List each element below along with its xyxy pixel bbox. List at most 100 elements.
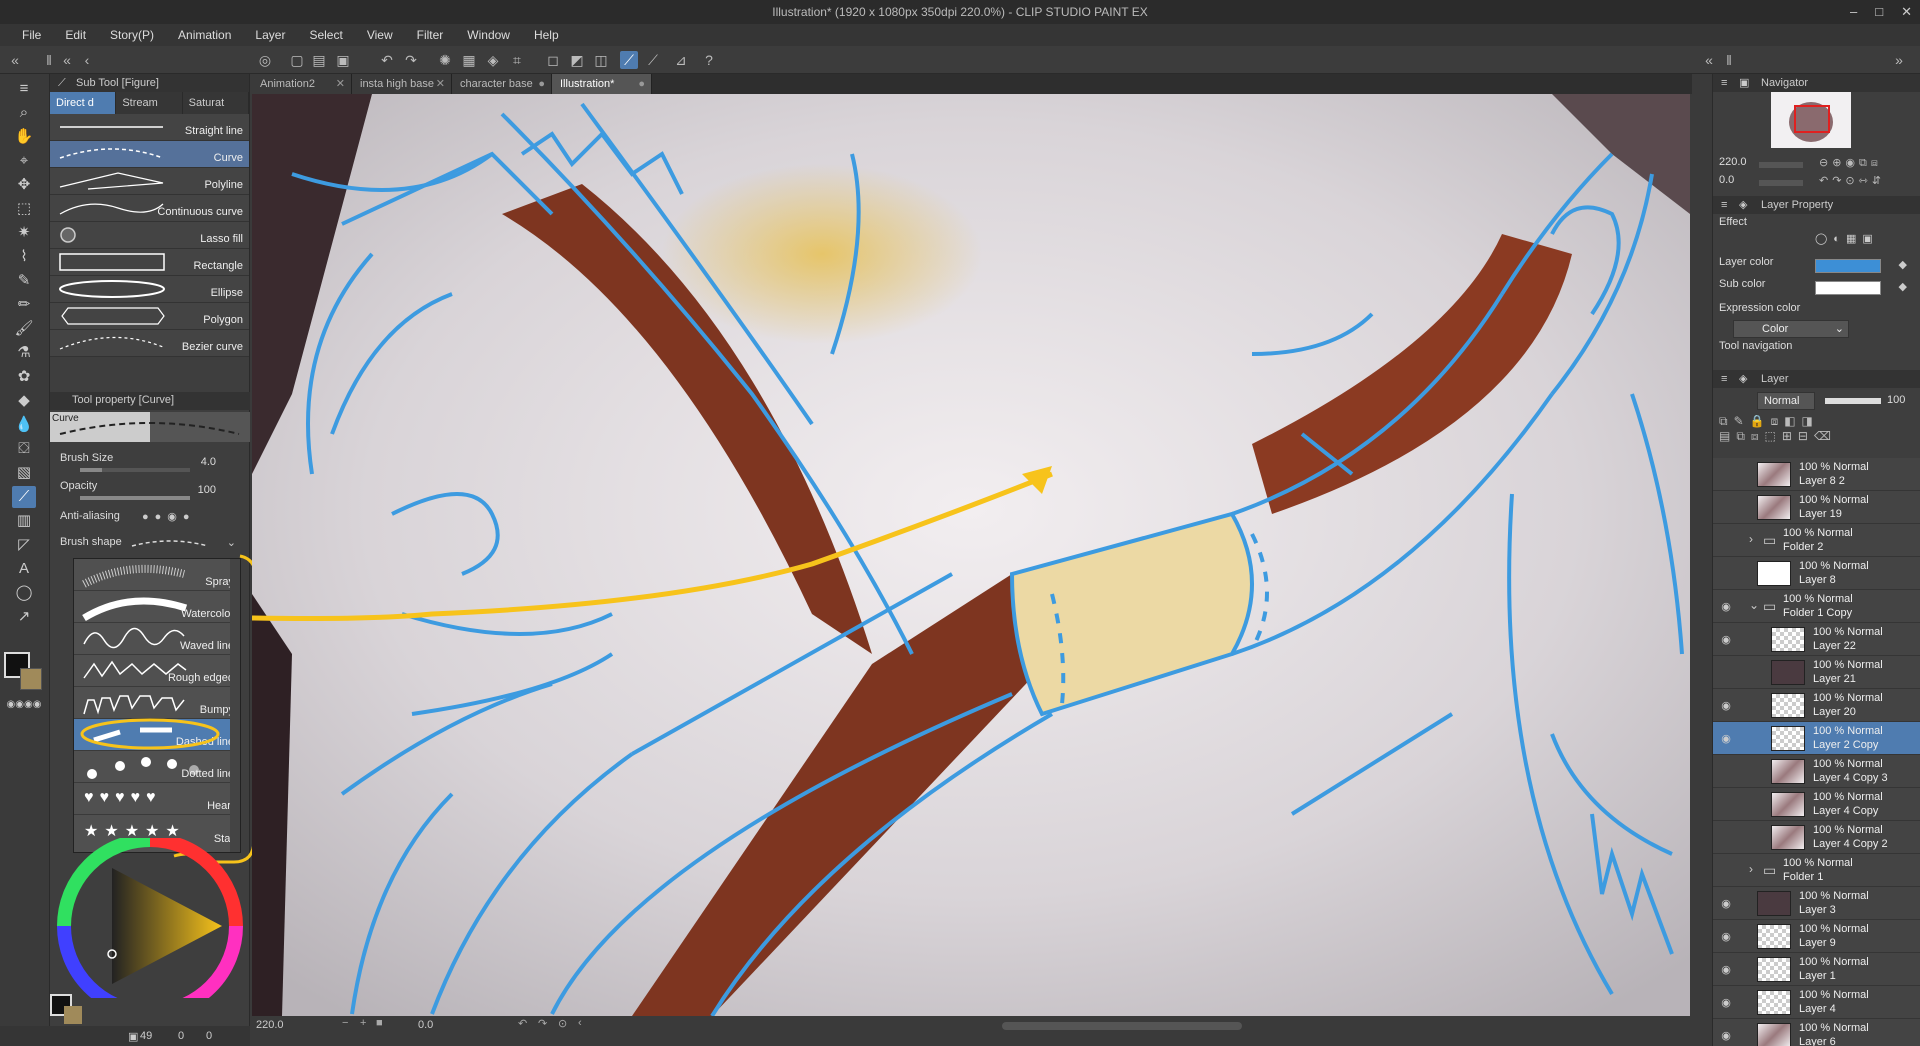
fit-icon[interactable]: ■ — [376, 1017, 383, 1029]
opacity-value[interactable]: 100 — [198, 484, 216, 496]
chevron-left-icon[interactable]: ‹ — [578, 1017, 582, 1029]
close-tab-icon[interactable]: ✕ — [436, 74, 445, 94]
layer-row[interactable]: ◉ 100 % Normal Layer 2 Copy — [1713, 722, 1920, 755]
menu-edit[interactable]: Edit — [53, 28, 98, 42]
zoom-out-icon[interactable]: − — [342, 1017, 348, 1029]
menu-icon[interactable]: ≡ — [12, 78, 36, 100]
navigator-rotation-row[interactable]: 0.0 ↶↷⊙⇿⇵ — [1719, 174, 1915, 192]
snap-special-ruler-icon[interactable]: ⟋ — [644, 51, 662, 69]
layer-opacity-slider[interactable] — [1825, 398, 1881, 404]
collapse-right-icon-2[interactable]: » — [1890, 51, 1908, 69]
eye-icon[interactable]: ◉ — [1719, 897, 1733, 910]
pen-tool-icon[interactable]: ✎ — [12, 270, 36, 292]
decoration-icon[interactable]: ✿ — [12, 366, 36, 388]
invert-icon[interactable]: ◩ — [568, 51, 586, 69]
correct-line-icon[interactable]: ↗ — [12, 606, 36, 628]
effect-icons[interactable]: ◯◐▦▣ — [1815, 232, 1879, 245]
eyedropper-icon[interactable]: ◆ — [1899, 280, 1907, 293]
horizontal-scrollbar[interactable] — [1002, 1022, 1242, 1030]
new-file-icon[interactable]: ▢ — [288, 51, 306, 69]
navigator-zoom-value[interactable]: 220.0 — [1719, 156, 1747, 168]
balloon-icon[interactable]: ◯ — [12, 582, 36, 604]
layer-row[interactable]: ◉ 100 % Normal Layer 20 — [1713, 689, 1920, 722]
layer-row[interactable]: 100 % Normal Layer 4 Copy 3 — [1713, 755, 1920, 788]
eye-icon[interactable]: ◉ — [1719, 633, 1733, 646]
color-wheel-panel[interactable] — [52, 833, 248, 1019]
sub-color-row[interactable]: Sub color ◆ — [1719, 278, 1915, 300]
subtool-rectangle[interactable]: Rectangle — [50, 249, 249, 276]
snap-grid-icon[interactable]: ⊿ — [672, 51, 690, 69]
brush-size-row[interactable]: Brush Size 4.0 — [60, 452, 240, 476]
eye-icon[interactable]: ◉ — [1719, 1029, 1733, 1042]
menu-icon[interactable]: ≡ — [1721, 370, 1727, 388]
opacity-slider[interactable] — [80, 496, 190, 500]
redo-icon[interactable]: ↷ — [402, 51, 420, 69]
reset-rotation-icon[interactable]: ⊙ — [558, 1017, 567, 1030]
tab-saturated[interactable]: Saturat — [183, 92, 249, 114]
eyedropper-icon[interactable]: ⌇ — [12, 246, 36, 268]
tab-illustration[interactable]: Illustration* ● — [552, 74, 652, 94]
menu-story[interactable]: Story(P) — [98, 28, 166, 42]
subtool-polyline[interactable]: Polyline — [50, 168, 249, 195]
eye-icon[interactable]: ◉ — [1719, 699, 1733, 712]
layer-row[interactable]: 100 % Normal Layer 19 — [1713, 491, 1920, 524]
menu-icon[interactable]: ≡ — [1721, 196, 1727, 214]
navigator-rotation-slider[interactable] — [1759, 180, 1803, 186]
unsaved-dot-icon[interactable]: ● — [638, 74, 645, 94]
panel-toggle-icon[interactable]: ‖ — [40, 51, 58, 69]
layer-row[interactable]: ◉ ⌄ ▭ 100 % Normal Folder 1 Copy — [1713, 590, 1920, 623]
layer-toolbar[interactable]: ⧉✎🔒⧈◧◨ ▤⧉⧈⬚⊞⊟⌫ — [1719, 414, 1915, 454]
transform-icon[interactable]: ⌗ — [508, 51, 526, 69]
anti-aliasing-options-icon[interactable]: ●●◉● — [142, 510, 196, 523]
brush-tool-icon[interactable]: 🖌 — [12, 318, 36, 340]
collapse-right-icon[interactable]: « — [1700, 51, 1718, 69]
object-tool-icon[interactable]: ⌖ — [12, 150, 36, 172]
tab-stream[interactable]: Stream — [116, 92, 183, 114]
hand-tool-icon[interactable]: ✋ — [12, 126, 36, 148]
navigator-rotation-icons[interactable]: ↶↷⊙⇿⇵ — [1819, 174, 1885, 187]
deselect-icon[interactable]: ◻ — [544, 51, 562, 69]
chevron-left-icon[interactable]: ‹ — [78, 51, 96, 69]
chevron-right-icon[interactable]: › — [1749, 862, 1753, 876]
subtool-curve[interactable]: Curve — [50, 141, 249, 168]
subtool-continuous-curve[interactable]: Continuous curve — [50, 195, 249, 222]
mini-sub-color[interactable] — [64, 1006, 82, 1024]
subtool-polygon[interactable]: Polygon — [50, 303, 249, 330]
tab-character-base[interactable]: character base ● — [452, 74, 552, 94]
anti-aliasing-row[interactable]: Anti-aliasing ●●◉● — [60, 510, 240, 534]
tab-animation2[interactable]: Animation2 ✕ — [252, 74, 352, 94]
layer-row[interactable]: ◉ 100 % Normal Layer 4 — [1713, 986, 1920, 1019]
save-icon[interactable]: ▣ — [334, 51, 352, 69]
chevron-down-icon[interactable]: ⌄ — [227, 536, 236, 549]
close-tab-icon[interactable]: ✕ — [336, 74, 345, 94]
layer-row[interactable]: ◉ 100 % Normal Layer 9 — [1713, 920, 1920, 953]
zoom-value[interactable]: 220.0 — [256, 1019, 284, 1031]
navigator-thumbnail[interactable] — [1771, 92, 1851, 148]
layer-row[interactable]: 100 % Normal Layer 8 2 — [1713, 458, 1920, 491]
drawing-canvas[interactable] — [252, 94, 1690, 1016]
menu-file[interactable]: File — [10, 28, 53, 42]
maximize-icon[interactable]: □ — [1875, 0, 1883, 24]
sub-color-swatch[interactable] — [1815, 281, 1881, 295]
navigator-zoom-row[interactable]: 220.0 ⊖⊕◉⧉⧈ — [1719, 156, 1915, 174]
menu-icon[interactable]: ≡ — [1721, 74, 1727, 92]
menu-animation[interactable]: Animation — [166, 28, 243, 42]
eye-icon[interactable]: ◉ — [1719, 600, 1733, 613]
unsaved-dot-icon[interactable]: ● — [538, 74, 545, 94]
subtool-ellipse[interactable]: Ellipse — [50, 276, 249, 303]
frame-border-icon[interactable]: ▥ — [12, 510, 36, 532]
eye-icon[interactable]: ◉ — [1719, 930, 1733, 943]
undo-icon[interactable]: ↶ — [378, 51, 396, 69]
menu-window[interactable]: Window — [455, 28, 522, 42]
selection-icon[interactable]: ◫ — [592, 51, 610, 69]
layer-row[interactable]: ◉ 100 % Normal Layer 3 — [1713, 887, 1920, 920]
sub-color-swatch[interactable] — [20, 668, 42, 690]
opacity-row[interactable]: Opacity 100 — [60, 480, 240, 504]
fill-icon[interactable]: ◈ — [484, 51, 502, 69]
menu-select[interactable]: Select — [297, 28, 354, 42]
menu-layer[interactable]: Layer — [243, 28, 297, 42]
expression-color-select[interactable]: Color ⌄ — [1733, 320, 1849, 338]
selection-tool-icon[interactable]: ⬚ — [12, 198, 36, 220]
menu-view[interactable]: View — [355, 28, 405, 42]
eye-icon[interactable]: ◉ — [1719, 963, 1733, 976]
